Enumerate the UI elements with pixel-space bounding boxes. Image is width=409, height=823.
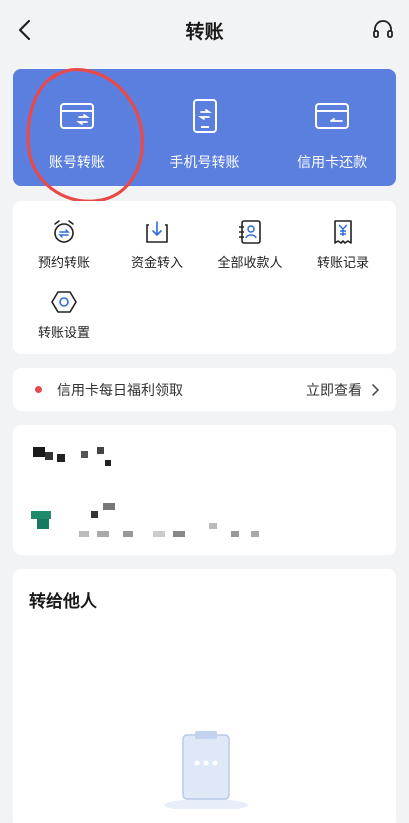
receipt-icon (334, 220, 352, 244)
transfer-to-others-section: 转给他人 (13, 569, 396, 823)
phone-transfer-label: 手机号转账 (169, 155, 240, 171)
promo-bar[interactable]: 信用卡每日福利领取 立即查看 (13, 368, 396, 411)
fund-transfer-in-label: 资金转入 (130, 256, 183, 271)
account-transfer-button[interactable]: 账号转账 (13, 69, 141, 186)
blurred-payee-name (97, 447, 104, 454)
fund-transfer-in-button[interactable]: 资金转入 (109, 219, 205, 271)
blurred-account-info (251, 531, 259, 537)
download-tray-icon (146, 221, 168, 243)
credit-card-repay-button[interactable]: 信用卡还款 (268, 69, 396, 186)
blurred-payee-name (33, 447, 45, 457)
bank-card-transfer-icon (59, 103, 94, 129)
credit-card-repay-icon (315, 103, 350, 129)
section-title: 转给他人 (29, 592, 97, 612)
blurred-account-info (153, 531, 165, 537)
page-title: 转账 (185, 21, 224, 43)
bank-logo (31, 511, 51, 519)
transfer-settings-label: 转账设置 (37, 326, 90, 341)
top-nav-bar: 转账 (0, 0, 409, 60)
alarm-clock-icon (54, 220, 74, 243)
phone-transfer-icon (192, 99, 217, 133)
all-payees-button[interactable]: 全部收款人 (202, 219, 298, 271)
blurred-account-info (97, 531, 109, 537)
phone-transfer-button[interactable]: 手机号转账 (141, 69, 269, 186)
promo-link[interactable]: 立即查看 (306, 380, 362, 400)
blurred-account-info (173, 531, 185, 537)
chevron-right-icon (372, 383, 380, 396)
all-payees-label: 全部收款人 (217, 256, 283, 271)
transfer-history-label: 转账记录 (316, 256, 369, 271)
blurred-payee-name (81, 451, 88, 458)
blurred-account-info (103, 503, 115, 510)
blurred-payee-name (105, 460, 111, 466)
credit-card-repay-label: 信用卡还款 (297, 155, 368, 171)
blurred-account-info (91, 511, 98, 518)
blurred-payee-name (45, 452, 53, 460)
blurred-account-info (79, 531, 89, 537)
blurred-account-info (209, 523, 217, 529)
headset-icon[interactable] (371, 18, 395, 42)
blurred-account-info (123, 531, 133, 537)
recent-payees-list (13, 425, 396, 555)
scheduled-transfer-label: 预约转账 (37, 256, 90, 271)
promo-text: 信用卡每日福利领取 (57, 382, 183, 399)
bank-logo (37, 519, 49, 529)
transfer-history-button[interactable]: 转账记录 (295, 219, 391, 271)
list-item[interactable] (13, 425, 396, 485)
blurred-payee-name (57, 454, 65, 462)
account-transfer-label: 账号转账 (48, 155, 105, 171)
blurred-account-info (231, 531, 239, 537)
list-item[interactable] (13, 493, 396, 553)
transfer-settings-button[interactable]: 转账设置 (16, 289, 112, 341)
shortcut-grid: 预约转账 资金转入 全部收款人 转账记录 转账设置 (13, 201, 396, 354)
scheduled-transfer-button[interactable]: 预约转账 (16, 219, 112, 271)
promo-dot (35, 386, 42, 393)
settings-hexagon-icon (51, 291, 77, 313)
empty-clipboard-icon (164, 731, 248, 809)
contacts-icon (239, 220, 261, 244)
transfer-type-banner: 账号转账 手机号转账 信用卡还款 (13, 69, 396, 186)
